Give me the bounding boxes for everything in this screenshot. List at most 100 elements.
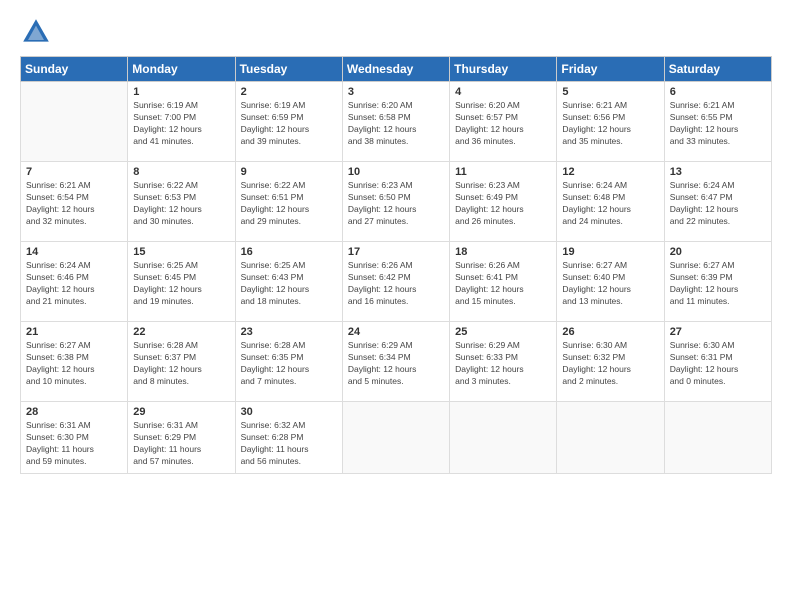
calendar-cell xyxy=(557,402,664,474)
day-info: Sunrise: 6:21 AM Sunset: 6:55 PM Dayligh… xyxy=(670,100,739,146)
calendar-table: SundayMondayTuesdayWednesdayThursdayFrid… xyxy=(20,56,772,474)
calendar-cell: 13Sunrise: 6:24 AM Sunset: 6:47 PM Dayli… xyxy=(664,162,771,242)
calendar-cell: 24 Sunrise: 6:29 AM Sunset: 6:34 PM Dayli… xyxy=(342,322,449,402)
day-info: Sunrise: 6:27 AM Sunset: 6:40 PM Dayligh… xyxy=(562,260,631,306)
day-number: 29 xyxy=(133,406,230,418)
calendar-cell: 18 Sunrise: 6:26 AM Sunset: 6:41 PM Dayli… xyxy=(450,242,557,322)
calendar-cell xyxy=(664,402,771,474)
day-info: Sunrise: 6:21 AM Sunset: 6:54 PM Dayligh… xyxy=(26,180,95,226)
calendar-cell: 1 Sunrise: 6:19 AM Sunset: 7:00 PM Daylig… xyxy=(128,82,235,162)
day-number: 21 xyxy=(26,326,123,338)
calendar-cell: 30 Sunrise: 6:32 AM Sunset: 6:28 PM Dayli… xyxy=(235,402,342,474)
logo-icon xyxy=(20,16,52,48)
calendar-cell: 6 Sunrise: 6:21 AM Sunset: 6:55 PM Daylig… xyxy=(664,82,771,162)
calendar-cell: 4 Sunrise: 6:20 AM Sunset: 6:57 PM Daylig… xyxy=(450,82,557,162)
day-number: 6 xyxy=(670,86,767,98)
day-number: 4 xyxy=(455,86,552,98)
weekday-header-row: SundayMondayTuesdayWednesdayThursdayFrid… xyxy=(21,57,772,82)
day-info: Sunrise: 6:28 AM Sunset: 6:37 PM Dayligh… xyxy=(133,340,202,386)
page: SundayMondayTuesdayWednesdayThursdayFrid… xyxy=(0,0,792,612)
calendar-cell: 22 Sunrise: 6:28 AM Sunset: 6:37 PM Dayli… xyxy=(128,322,235,402)
day-number: 8 xyxy=(133,166,230,178)
weekday-header: Tuesday xyxy=(235,57,342,82)
calendar-cell: 23 Sunrise: 6:28 AM Sunset: 6:35 PM Dayli… xyxy=(235,322,342,402)
day-info: Sunrise: 6:30 AM Sunset: 6:32 PM Dayligh… xyxy=(562,340,631,386)
weekday-header: Sunday xyxy=(21,57,128,82)
day-info: Sunrise: 6:21 AM Sunset: 6:56 PM Dayligh… xyxy=(562,100,631,146)
day-info: Sunrise: 6:27 AM Sunset: 6:39 PM Dayligh… xyxy=(670,260,739,306)
calendar-week-row: 14Sunrise: 6:24 AM Sunset: 6:46 PM Dayli… xyxy=(21,242,772,322)
day-number: 10 xyxy=(348,166,445,178)
calendar-cell xyxy=(21,82,128,162)
day-info: Sunrise: 6:25 AM Sunset: 6:45 PM Dayligh… xyxy=(133,260,202,306)
calendar-cell: 7 Sunrise: 6:21 AM Sunset: 6:54 PM Daylig… xyxy=(21,162,128,242)
calendar-cell: 11Sunrise: 6:23 AM Sunset: 6:49 PM Dayli… xyxy=(450,162,557,242)
day-number: 26 xyxy=(562,326,659,338)
calendar-cell: 29 Sunrise: 6:31 AM Sunset: 6:29 PM Dayli… xyxy=(128,402,235,474)
calendar-cell: 19 Sunrise: 6:27 AM Sunset: 6:40 PM Dayli… xyxy=(557,242,664,322)
calendar-week-row: 21 Sunrise: 6:27 AM Sunset: 6:38 PM Dayli… xyxy=(21,322,772,402)
day-info: Sunrise: 6:29 AM Sunset: 6:33 PM Dayligh… xyxy=(455,340,524,386)
day-info: Sunrise: 6:22 AM Sunset: 6:51 PM Dayligh… xyxy=(241,180,310,226)
day-number: 15 xyxy=(133,246,230,258)
calendar-cell xyxy=(342,402,449,474)
calendar-cell: 28Sunrise: 6:31 AM Sunset: 6:30 PM Dayli… xyxy=(21,402,128,474)
day-info: Sunrise: 6:28 AM Sunset: 6:35 PM Dayligh… xyxy=(241,340,310,386)
day-info: Sunrise: 6:27 AM Sunset: 6:38 PM Dayligh… xyxy=(26,340,95,386)
day-number: 3 xyxy=(348,86,445,98)
day-info: Sunrise: 6:26 AM Sunset: 6:42 PM Dayligh… xyxy=(348,260,417,306)
day-number: 22 xyxy=(133,326,230,338)
day-number: 23 xyxy=(241,326,338,338)
calendar-cell: 25 Sunrise: 6:29 AM Sunset: 6:33 PM Dayli… xyxy=(450,322,557,402)
calendar-cell: 3 Sunrise: 6:20 AM Sunset: 6:58 PM Daylig… xyxy=(342,82,449,162)
day-info: Sunrise: 6:19 AM Sunset: 6:59 PM Dayligh… xyxy=(241,100,310,146)
day-number: 1 xyxy=(133,86,230,98)
day-number: 5 xyxy=(562,86,659,98)
calendar-cell: 17 Sunrise: 6:26 AM Sunset: 6:42 PM Dayli… xyxy=(342,242,449,322)
day-info: Sunrise: 6:22 AM Sunset: 6:53 PM Dayligh… xyxy=(133,180,202,226)
day-info: Sunrise: 6:30 AM Sunset: 6:31 PM Dayligh… xyxy=(670,340,739,386)
calendar-cell: 20Sunrise: 6:27 AM Sunset: 6:39 PM Dayli… xyxy=(664,242,771,322)
weekday-header: Saturday xyxy=(664,57,771,82)
day-number: 25 xyxy=(455,326,552,338)
day-number: 24 xyxy=(348,326,445,338)
day-number: 17 xyxy=(348,246,445,258)
calendar-cell: 5 Sunrise: 6:21 AM Sunset: 6:56 PM Daylig… xyxy=(557,82,664,162)
day-number: 27 xyxy=(670,326,767,338)
day-number: 16 xyxy=(241,246,338,258)
day-info: Sunrise: 6:24 AM Sunset: 6:47 PM Dayligh… xyxy=(670,180,739,226)
calendar-cell: 12Sunrise: 6:24 AM Sunset: 6:48 PM Dayli… xyxy=(557,162,664,242)
weekday-header: Wednesday xyxy=(342,57,449,82)
day-info: Sunrise: 6:32 AM Sunset: 6:28 PM Dayligh… xyxy=(241,420,309,466)
day-info: Sunrise: 6:31 AM Sunset: 6:29 PM Dayligh… xyxy=(133,420,201,466)
day-info: Sunrise: 6:26 AM Sunset: 6:41 PM Dayligh… xyxy=(455,260,524,306)
calendar-cell: 26 Sunrise: 6:30 AM Sunset: 6:32 PM Dayli… xyxy=(557,322,664,402)
calendar-cell: 10 Sunrise: 6:23 AM Sunset: 6:50 PM Dayli… xyxy=(342,162,449,242)
day-info: Sunrise: 6:24 AM Sunset: 6:48 PM Dayligh… xyxy=(562,180,631,226)
day-info: Sunrise: 6:20 AM Sunset: 6:58 PM Dayligh… xyxy=(348,100,417,146)
calendar-cell: 9 Sunrise: 6:22 AM Sunset: 6:51 PM Daylig… xyxy=(235,162,342,242)
weekday-header: Monday xyxy=(128,57,235,82)
day-number: 19 xyxy=(562,246,659,258)
calendar-cell: 27 Sunrise: 6:30 AM Sunset: 6:31 PM Dayli… xyxy=(664,322,771,402)
day-number: 30 xyxy=(241,406,338,418)
calendar-week-row: 28Sunrise: 6:31 AM Sunset: 6:30 PM Dayli… xyxy=(21,402,772,474)
day-info: Sunrise: 6:19 AM Sunset: 7:00 PM Dayligh… xyxy=(133,100,202,146)
day-info: Sunrise: 6:24 AM Sunset: 6:46 PM Dayligh… xyxy=(26,260,95,306)
calendar-cell: 2Sunrise: 6:19 AM Sunset: 6:59 PM Daylig… xyxy=(235,82,342,162)
calendar-cell: 15 Sunrise: 6:25 AM Sunset: 6:45 PM Dayli… xyxy=(128,242,235,322)
logo xyxy=(20,16,56,48)
calendar-week-row: 1 Sunrise: 6:19 AM Sunset: 7:00 PM Daylig… xyxy=(21,82,772,162)
weekday-header: Friday xyxy=(557,57,664,82)
calendar-cell xyxy=(450,402,557,474)
day-info: Sunrise: 6:20 AM Sunset: 6:57 PM Dayligh… xyxy=(455,100,524,146)
day-info: Sunrise: 6:23 AM Sunset: 6:50 PM Dayligh… xyxy=(348,180,417,226)
day-number: 18 xyxy=(455,246,552,258)
header xyxy=(20,16,772,48)
weekday-header: Thursday xyxy=(450,57,557,82)
day-info: Sunrise: 6:25 AM Sunset: 6:43 PM Dayligh… xyxy=(241,260,310,306)
day-info: Sunrise: 6:31 AM Sunset: 6:30 PM Dayligh… xyxy=(26,420,94,466)
day-info: Sunrise: 6:29 AM Sunset: 6:34 PM Dayligh… xyxy=(348,340,417,386)
day-number: 7 xyxy=(26,166,123,178)
day-number: 9 xyxy=(241,166,338,178)
